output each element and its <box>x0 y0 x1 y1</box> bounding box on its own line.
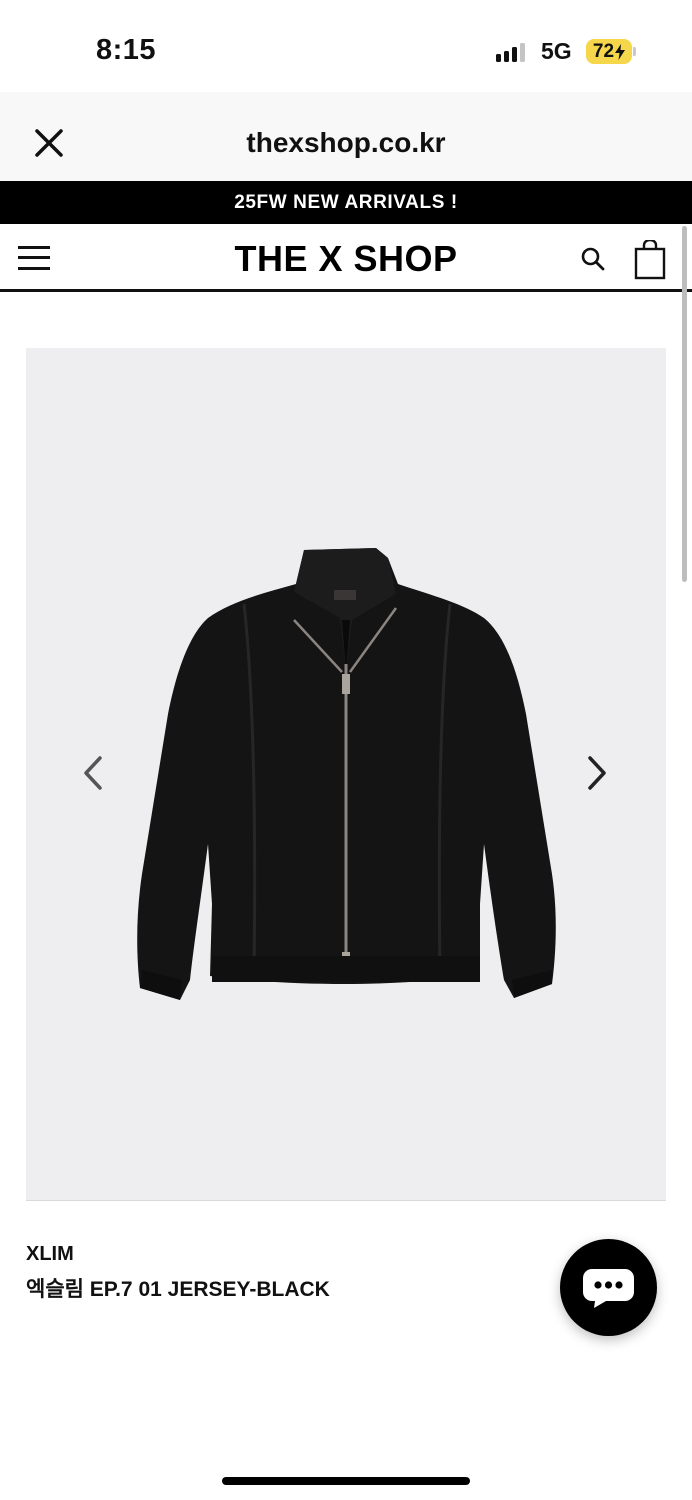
battery-cap <box>633 47 636 56</box>
shopping-bag-icon <box>634 238 666 280</box>
battery-icon: 72 <box>586 39 632 64</box>
battery-level: 72 <box>592 40 615 62</box>
product-image-carousel[interactable] <box>26 348 666 1201</box>
site-header: THE X SHOP <box>0 224 692 292</box>
product-name: 엑슬림 EP.7 01 JERSEY-BLACK <box>26 1278 330 1301</box>
product-brand[interactable]: XLIM <box>26 1243 74 1266</box>
page-url: thexshop.co.kr <box>246 127 446 158</box>
hamburger-menu-icon <box>18 246 50 249</box>
cart-button[interactable] <box>634 238 666 280</box>
charging-bolt-icon <box>615 43 626 60</box>
announcement-banner[interactable]: 25FW NEW ARRIVALS ! <box>0 181 692 224</box>
chevron-right-icon <box>588 756 606 790</box>
browser-header: thexshop.co.kr <box>0 92 692 181</box>
chat-button[interactable] <box>560 1239 657 1336</box>
status-bar: 8:15 5G 72 <box>0 0 692 92</box>
signal-strength-icon <box>496 42 525 62</box>
status-time: 8:15 <box>96 34 157 66</box>
network-type: 5G <box>541 38 572 64</box>
product-image <box>137 548 556 1000</box>
menu-button[interactable] <box>18 246 50 270</box>
page-scrollbar[interactable] <box>682 226 687 582</box>
chat-bubble-icon <box>583 1269 634 1308</box>
carousel-prev-button[interactable] <box>78 753 108 793</box>
search-button[interactable] <box>580 246 606 272</box>
search-icon <box>581 247 605 271</box>
carousel-next-button[interactable] <box>582 753 612 793</box>
chevron-left-icon <box>84 756 102 790</box>
home-indicator[interactable] <box>222 1477 470 1485</box>
